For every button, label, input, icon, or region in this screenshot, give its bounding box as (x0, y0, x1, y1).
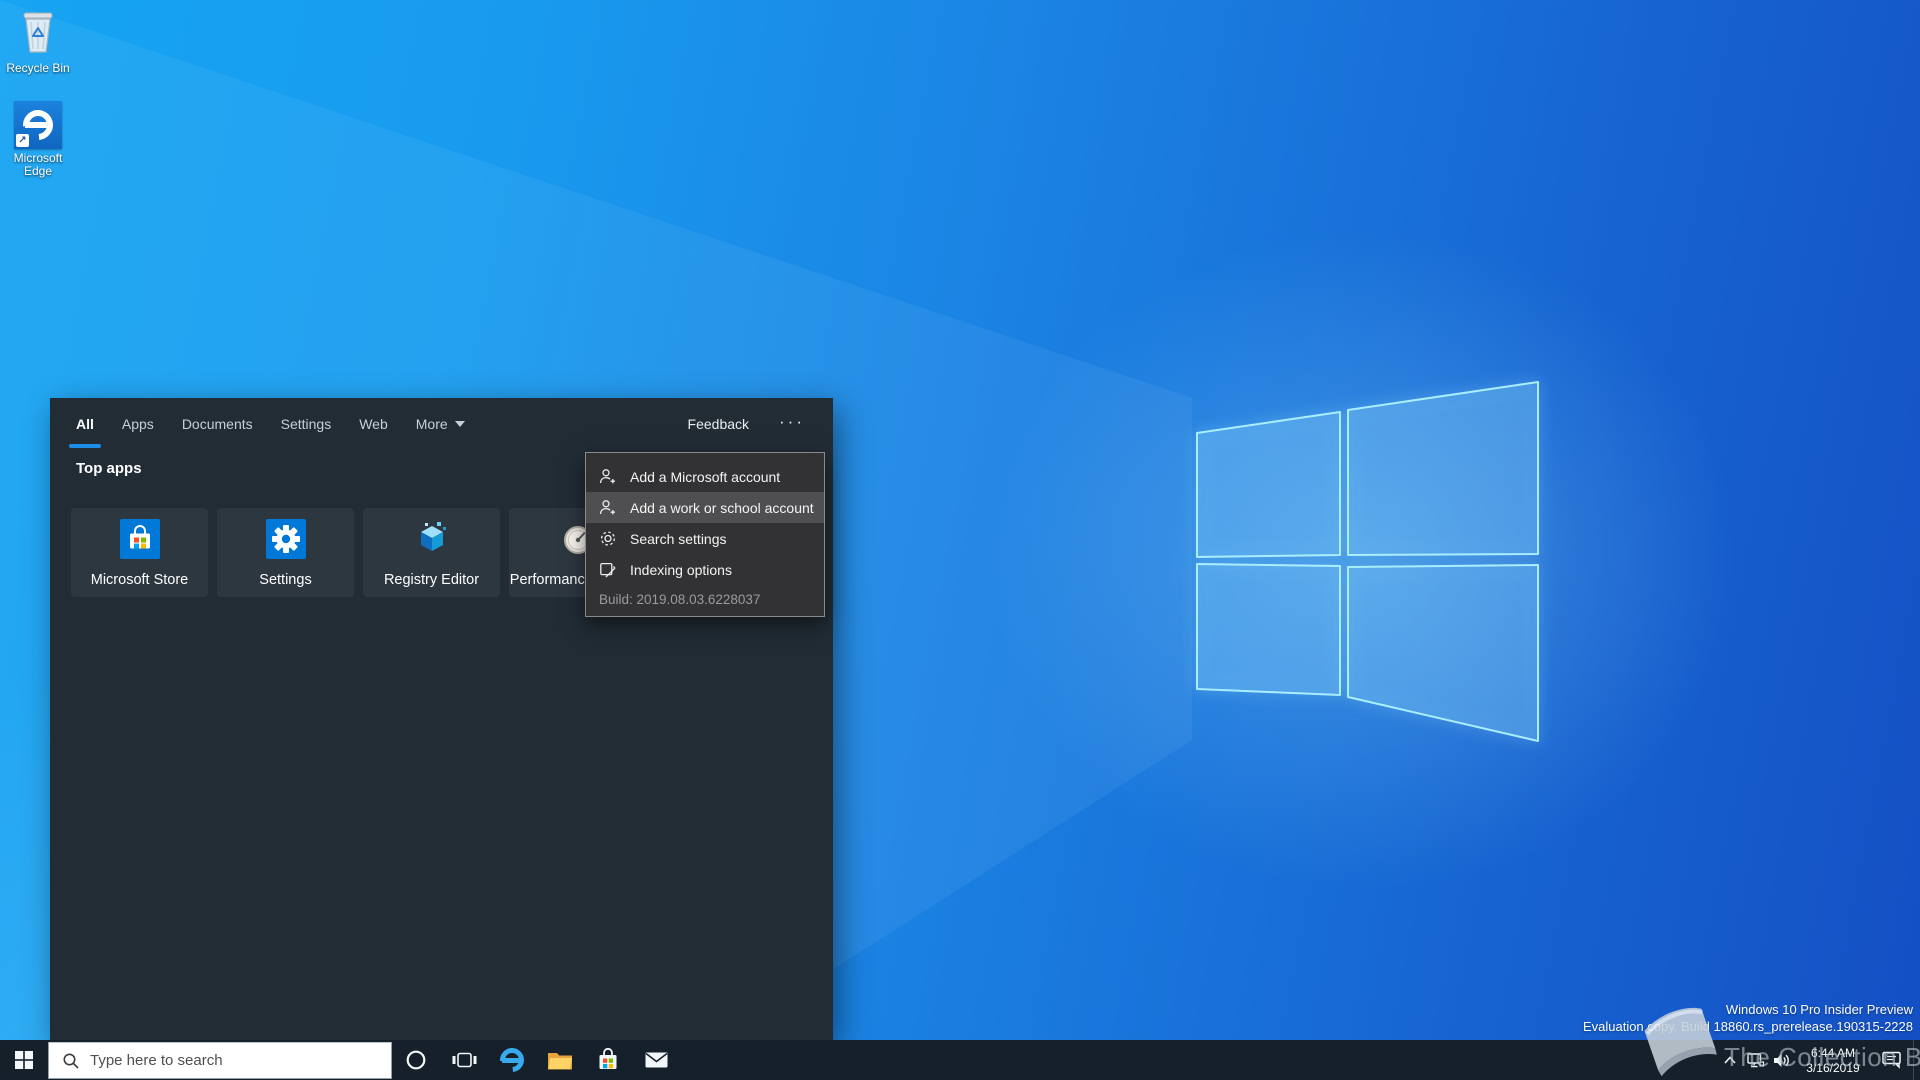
desktop-icon-label: Microsoft Edge (13, 151, 63, 178)
network-tray-button[interactable] (1743, 1040, 1769, 1080)
mail-button[interactable] (632, 1040, 680, 1080)
hidden-icons-button[interactable] (1717, 1040, 1743, 1080)
app-tile-label: Registry Editor (383, 572, 480, 588)
edge-icon (495, 1043, 529, 1077)
build-version-text: Build: 2019.08.03.6228037 (599, 592, 761, 607)
screen: Recycle Bin ↗ Microsoft Edge Windows 10 … (0, 0, 1920, 1080)
app-tile-settings[interactable]: Settings (217, 508, 354, 597)
volume-icon (1774, 1053, 1789, 1067)
add-person-icon (599, 500, 615, 515)
menu-item-add-microsoft-account[interactable]: Add a Microsoft account (586, 461, 824, 492)
tray-time: 6:44 AM (1810, 1045, 1856, 1060)
gear-icon (600, 531, 616, 546)
tray-date: 3/16/2019 (1806, 1060, 1860, 1075)
chevron-down-icon (454, 421, 465, 427)
indexing-options-icon (600, 562, 616, 578)
top-apps-grid: Microsoft Store Settings Registry Editor… (71, 508, 646, 597)
tab-documents[interactable]: Documents (182, 398, 253, 450)
menu-item-add-work-school-account[interactable]: Add a work or school account (586, 492, 824, 523)
edge-icon: ↗ (14, 101, 62, 149)
windows-logo-wallpaper (1196, 381, 1539, 742)
desktop-icon-recycle-bin[interactable]: Recycle Bin (0, 6, 76, 75)
store-icon (599, 1048, 617, 1069)
tab-settings[interactable]: Settings (281, 398, 332, 450)
task-view-button[interactable] (440, 1040, 488, 1080)
start-button[interactable] (0, 1040, 48, 1080)
store-taskbar-button[interactable] (584, 1040, 632, 1080)
feedback-link[interactable]: Feedback (688, 416, 749, 432)
show-desktop-button[interactable] (1913, 1040, 1920, 1080)
tab-more[interactable]: More (416, 398, 465, 450)
tray-clock[interactable]: 6:44 AM 3/16/2019 (1795, 1045, 1871, 1076)
action-center-icon (1881, 1051, 1901, 1069)
cortana-icon (406, 1050, 426, 1070)
file-explorer-icon (548, 1052, 572, 1069)
chevron-up-icon (1724, 1056, 1736, 1064)
task-view-icon (452, 1052, 476, 1067)
desktop-icon-microsoft-edge[interactable]: ↗ Microsoft Edge (0, 101, 76, 178)
search-input[interactable] (90, 1052, 360, 1069)
mail-icon (645, 1052, 667, 1068)
more-options-button[interactable]: ··· (779, 412, 805, 432)
app-tile-label: Settings (259, 572, 312, 588)
edge-taskbar-button[interactable] (488, 1040, 536, 1080)
settings-gear-icon (265, 519, 306, 559)
tab-web[interactable]: Web (359, 398, 388, 450)
menu-item-search-settings[interactable]: Search settings (586, 523, 824, 554)
top-apps-heading: Top apps (76, 460, 142, 477)
search-tabs: All Apps Documents Settings Web More Fee… (50, 398, 833, 450)
add-person-icon (599, 469, 615, 484)
taskbar: 6:44 AM 3/16/2019 (0, 1040, 1920, 1080)
eval-line-2: Evaluation copy. Build 18860.rs_prerelea… (1582, 1019, 1913, 1034)
menu-item-indexing-options[interactable]: Indexing options (586, 554, 824, 585)
network-icon (1747, 1052, 1765, 1067)
store-app-icon (119, 519, 160, 559)
tab-apps[interactable]: Apps (122, 398, 154, 450)
eval-line-1: Windows 10 Pro Insider Preview (1725, 1002, 1913, 1017)
search-options-context-menu: Add a Microsoft account Add a work or sc… (585, 452, 825, 617)
windows-start-icon (15, 1051, 33, 1069)
cortana-button[interactable] (392, 1040, 440, 1080)
app-tile-label: Microsoft Store (90, 572, 189, 588)
volume-tray-button[interactable] (1769, 1040, 1795, 1080)
app-tile-microsoft-store[interactable]: Microsoft Store (71, 508, 208, 597)
shortcut-arrow-icon: ↗ (16, 134, 29, 147)
tab-all[interactable]: All (69, 398, 101, 450)
recycle-bin-icon (23, 12, 53, 53)
file-explorer-button[interactable] (536, 1040, 584, 1080)
evaluation-watermark: Windows 10 Pro Insider Preview Evaluatio… (1583, 1001, 1913, 1035)
desktop-icon-label: Recycle Bin (6, 61, 70, 75)
app-tile-registry-editor[interactable]: Registry Editor (363, 508, 500, 597)
search-icon (63, 1053, 79, 1069)
registry-editor-icon (420, 522, 446, 551)
action-center-button[interactable] (1871, 1040, 1913, 1080)
taskbar-search-box[interactable] (48, 1042, 392, 1079)
